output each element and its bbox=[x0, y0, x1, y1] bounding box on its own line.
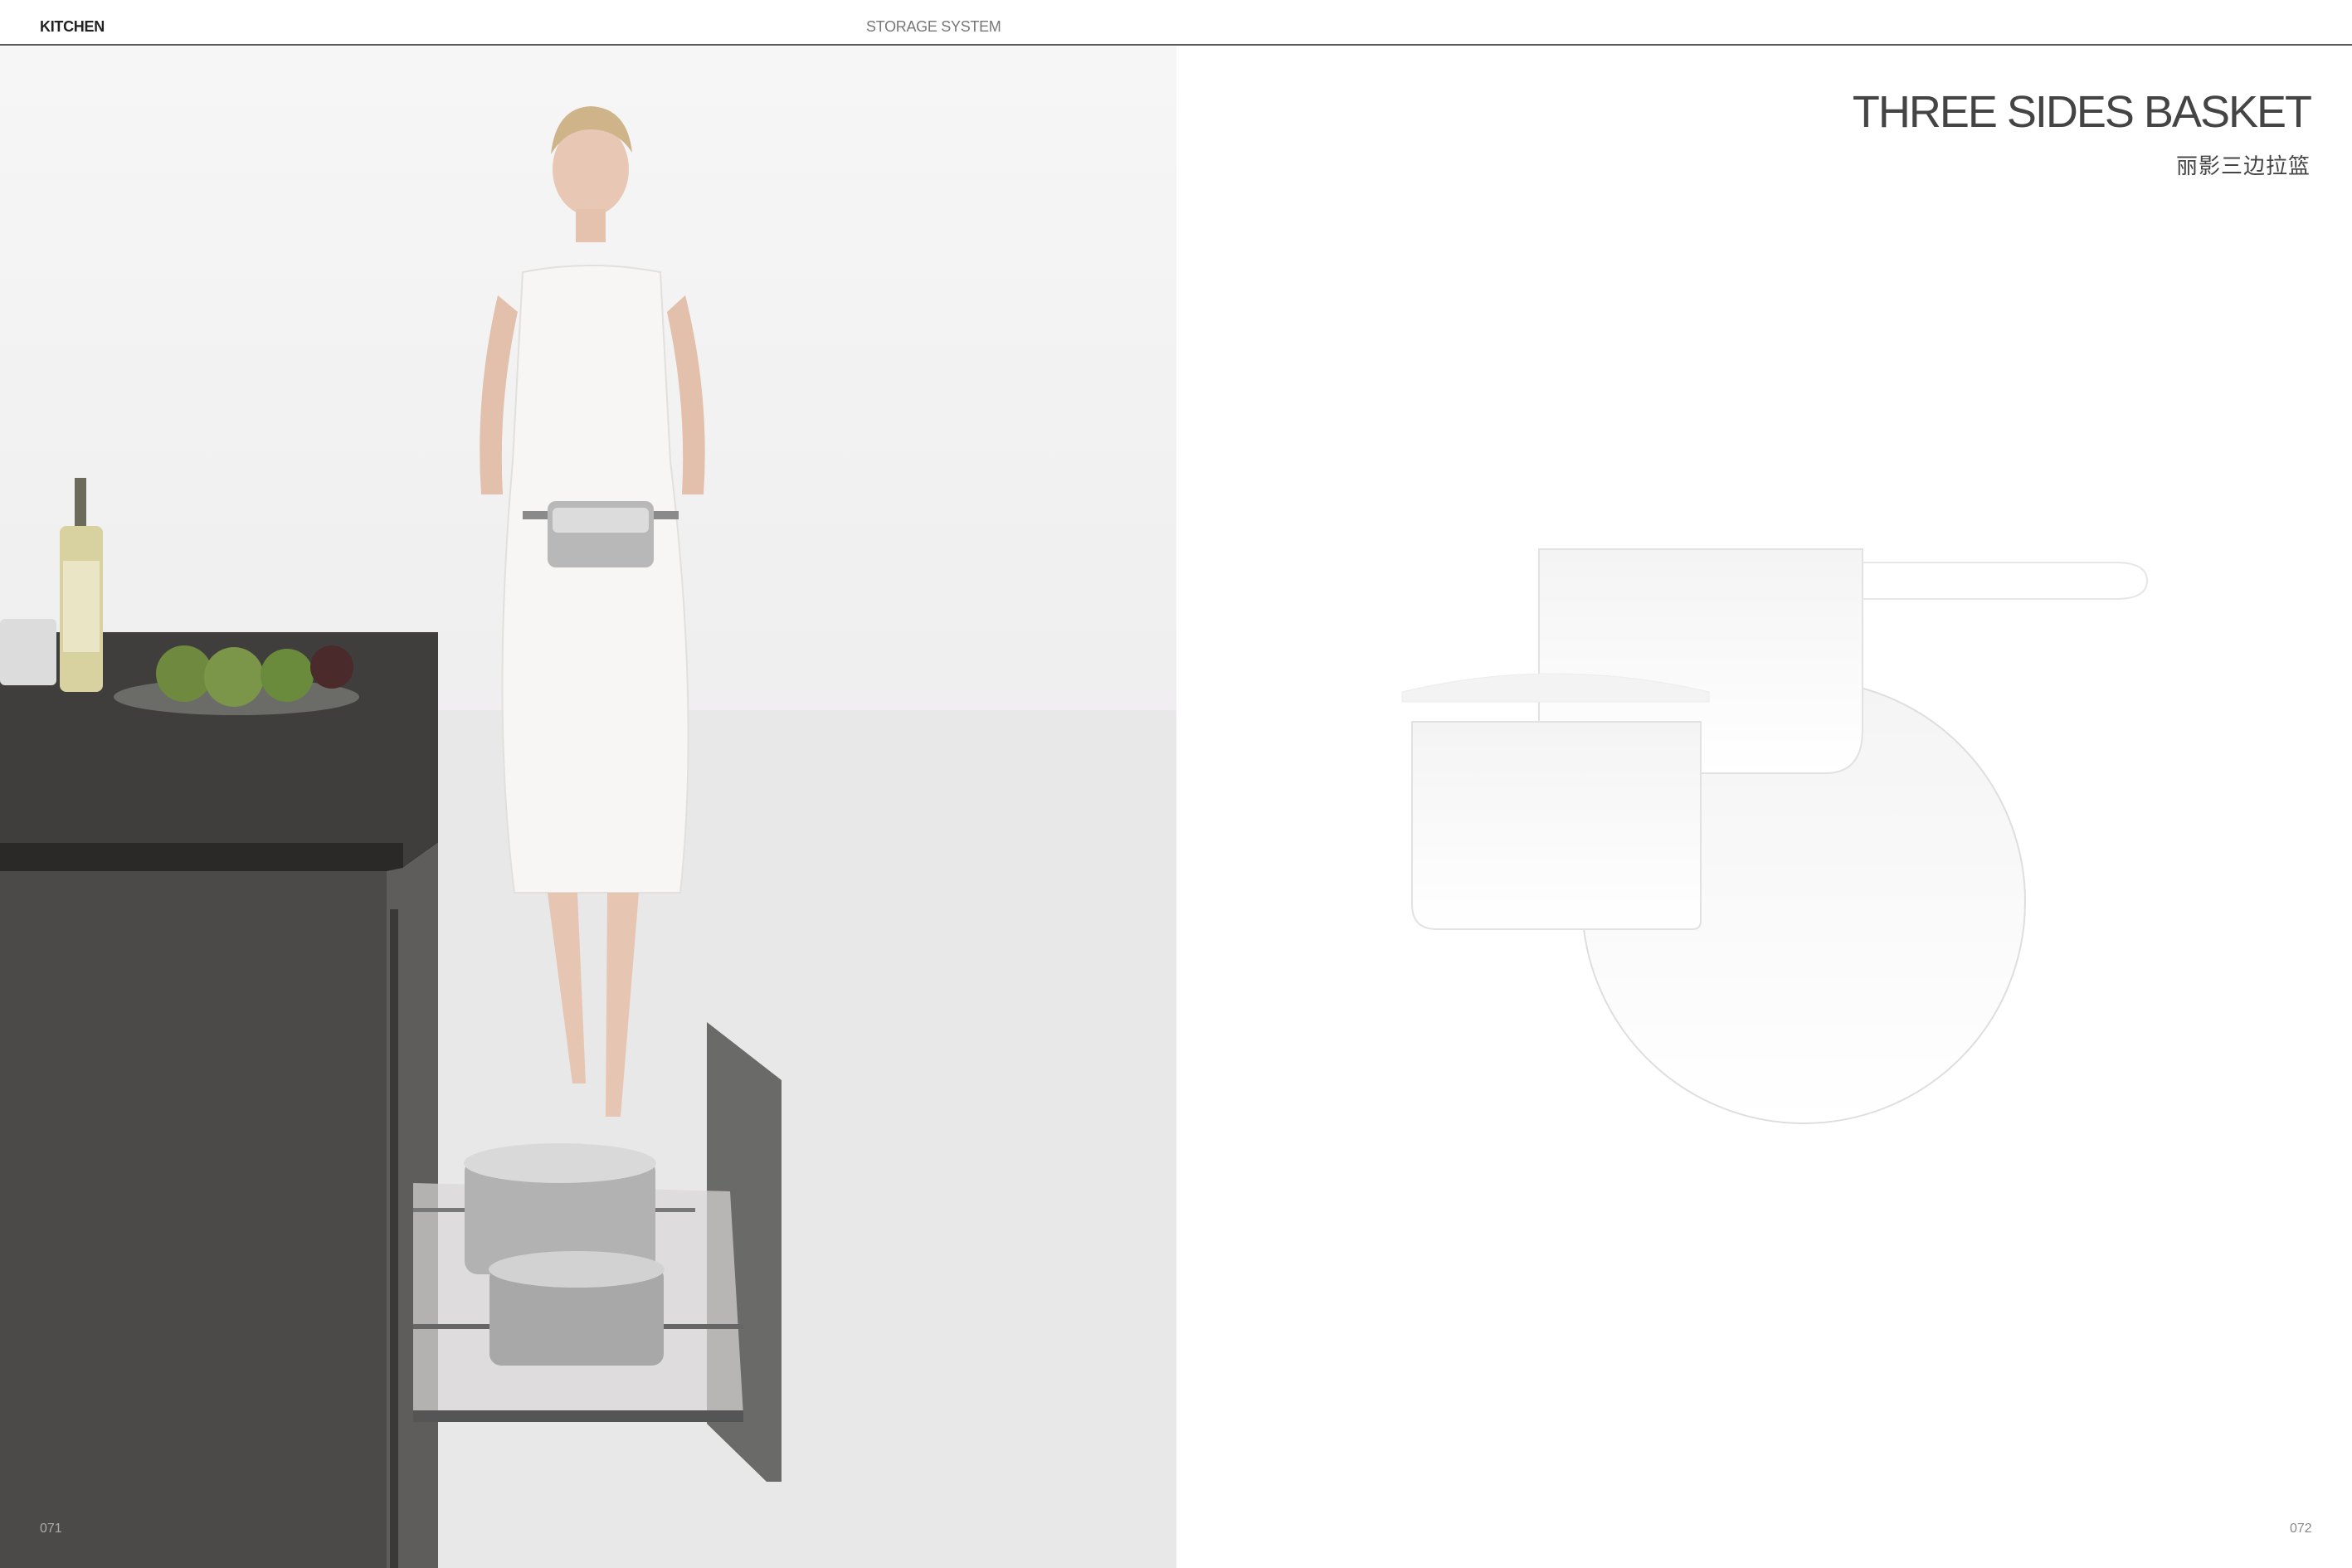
section-label: KITCHEN bbox=[40, 18, 105, 35]
bottle-neck bbox=[75, 478, 86, 528]
artichoke bbox=[156, 645, 212, 702]
page-number-right: 072 bbox=[2290, 1522, 2312, 1536]
basket-ghost-illustration bbox=[1401, 548, 2149, 1124]
cabinet-front bbox=[0, 871, 387, 1568]
category-label: STORAGE SYSTEM bbox=[866, 18, 1001, 35]
ghost-pot-small bbox=[1411, 721, 1702, 930]
right-arm bbox=[667, 295, 705, 494]
ghost-handle bbox=[1863, 562, 2149, 600]
white-dress bbox=[501, 265, 689, 894]
counter-pot bbox=[0, 619, 56, 685]
lifestyle-photo bbox=[0, 46, 1176, 1568]
product-subtitle: 丽影三边拉篮 bbox=[2175, 154, 2311, 179]
page-number-left: 071 bbox=[40, 1522, 62, 1536]
lettuce bbox=[310, 645, 353, 689]
page-header: KITCHEN STORAGE SYSTEM bbox=[0, 0, 2352, 46]
countertop-edge bbox=[0, 843, 403, 871]
photo-illustration bbox=[0, 106, 1176, 1568]
product-title: THREE SIDES BASKET bbox=[1852, 87, 2312, 137]
